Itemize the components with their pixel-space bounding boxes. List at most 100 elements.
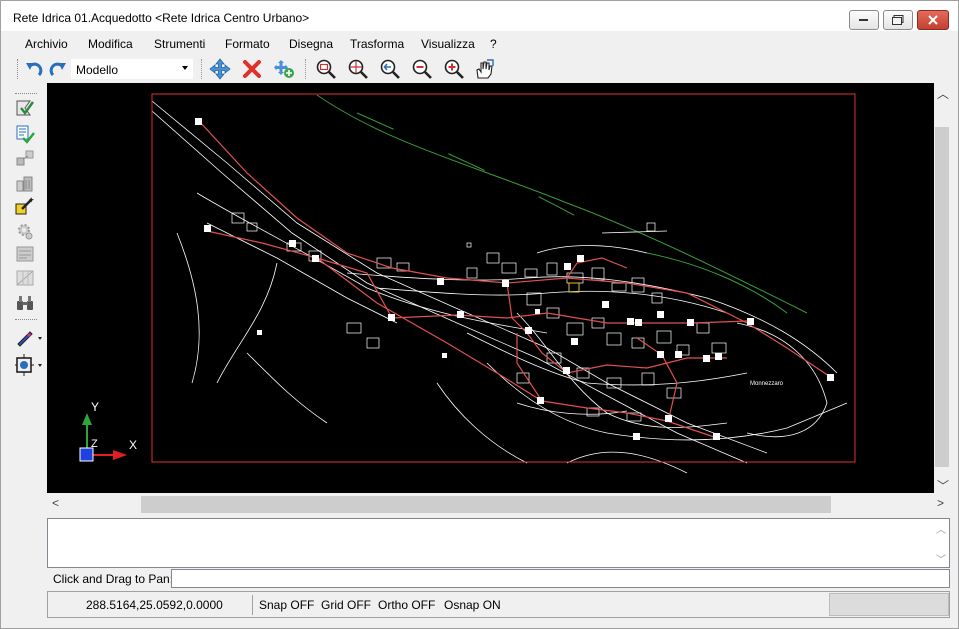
buildings-icon [16,176,33,192]
zoom-center-button[interactable] [347,58,369,80]
pipe-node [289,240,296,247]
binoculars-button[interactable] [14,292,36,314]
command-history[interactable]: ︿ ﹀ [47,518,950,568]
zoom-out-button[interactable] [411,58,433,80]
pipe-node [388,314,395,321]
zoom-previous-button[interactable] [379,58,401,80]
grid-button[interactable] [14,267,36,289]
layers-button[interactable] [14,243,36,265]
contour-lines [316,94,808,314]
contour-line [646,252,788,314]
pipe-node [827,374,834,381]
pen-icon [17,331,42,347]
street-outline [176,232,200,384]
left-toolbar [9,87,43,387]
menu-modifica[interactable]: Modifica [88,37,133,51]
pen-button[interactable] [14,326,44,348]
add-button[interactable] [273,58,295,80]
window-title: Rete Idrica 01.Acquedotto <Rete Idrica C… [13,11,310,25]
menu-bar: Archivio Modifica Strumenti Formato Dise… [1,34,958,54]
menu-strumenti[interactable]: Strumenti [154,37,205,51]
menu-formato[interactable]: Formato [225,37,270,51]
pipe-node [657,311,664,318]
history-scroll-up-icon[interactable]: ︿ [936,521,946,536]
snap-toggle[interactable]: Snap OFF [259,598,314,612]
menu-trasforma[interactable]: Trasforma [350,37,404,51]
building [466,242,472,248]
horizontal-scroll-thumb[interactable] [141,496,831,513]
zoom-in-button[interactable] [443,58,465,80]
history-scroll-down-icon[interactable]: ﹀ [936,551,946,566]
delete-button[interactable] [241,58,263,80]
building-blocks [231,212,727,422]
zoom-previous-icon [380,59,400,79]
menu-archivio[interactable]: Archivio [25,37,68,51]
contour-line [356,112,608,234]
menu-visualizza[interactable]: Visualizza [421,37,475,51]
maximize-button[interactable] [883,10,913,30]
redo-button[interactable] [47,58,69,80]
buildings-button[interactable] [14,172,36,194]
restore-icon [892,15,904,25]
street-outlines [151,100,848,474]
gear-button[interactable] [14,220,36,242]
scroll-left-icon[interactable]: < [52,496,59,510]
grid-toggle[interactable]: Grid OFF [321,598,371,612]
view-combo-value: Modello [76,63,119,77]
select-tool-button[interactable] [14,97,36,119]
building [631,337,645,349]
status-separator [252,595,253,615]
osnap-toggle[interactable]: Osnap ON [444,598,501,612]
status-panel [829,593,949,616]
menu-disegna[interactable]: Disegna [289,37,333,51]
zoom-window-button[interactable] [315,58,337,80]
toolbar-grip[interactable] [15,319,37,321]
checklist-button[interactable] [14,123,36,145]
pipe-node [602,301,609,308]
building [346,322,362,334]
toolbar-grip[interactable] [15,93,37,95]
target-icon [15,354,42,376]
pipe-node [502,280,509,287]
zoom-in-icon [444,59,464,79]
building [646,222,656,232]
building [711,342,727,354]
pipe-node [657,351,664,358]
vertical-scroll-thumb[interactable] [935,127,949,467]
vertical-scrollbar[interactable]: ︿ ﹀ [934,83,950,493]
building [611,282,627,292]
building [651,292,663,304]
magic-wand-button[interactable] [14,195,36,217]
drawing-frame [151,93,856,463]
scroll-down-icon[interactable]: ﹀ [937,477,949,494]
street-outline [536,245,648,254]
ortho-toggle[interactable]: Ortho OFF [378,598,435,612]
close-button[interactable] [917,10,949,30]
toolbar-grip[interactable] [17,59,19,79]
y-axis-label: Y [91,400,99,414]
scroll-right-icon[interactable]: > [937,496,944,510]
horizontal-scrollbar[interactable]: < > [47,493,950,515]
pan-button[interactable] [473,58,495,80]
ucs-axis: Y Z X [79,400,137,462]
pipe-node [627,318,634,325]
undo-icon [26,62,43,77]
scroll-up-icon[interactable]: ︿ [937,85,949,102]
street-outline [601,230,668,234]
menu-help[interactable]: ? [490,37,497,51]
x-axis-label: X [129,438,137,452]
move-button[interactable] [209,58,231,80]
grid-icon [16,270,34,286]
view-combo[interactable]: Modello [71,59,193,79]
building [606,332,622,346]
water-pipe [516,333,543,402]
minimize-button[interactable] [849,10,879,30]
undo-button[interactable] [23,58,45,80]
gear-icon [18,224,33,240]
drawing-canvas[interactable]: Monnezzaro Y Z X [47,83,934,493]
move-node-button[interactable] [14,147,36,169]
target-button[interactable] [14,354,44,376]
pipe-node [675,351,682,358]
selected-node [568,282,580,293]
command-input[interactable] [171,569,950,588]
